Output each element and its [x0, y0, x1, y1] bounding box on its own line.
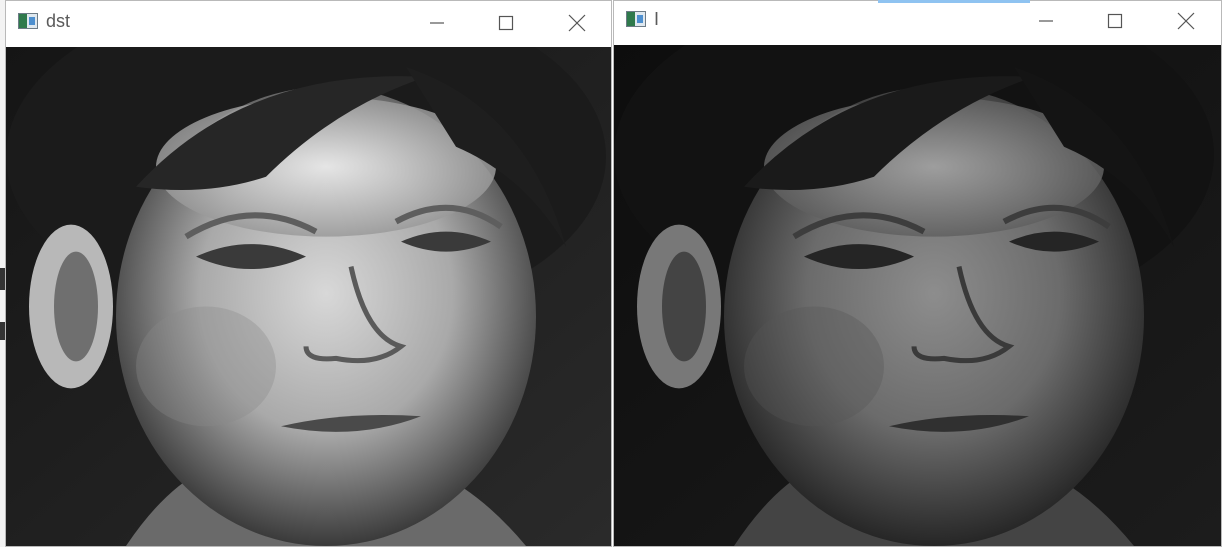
- portrait-image: [614, 45, 1221, 546]
- maximize-icon: [498, 15, 514, 31]
- maximize-button[interactable]: [1092, 0, 1138, 43]
- minimize-icon: [430, 22, 444, 24]
- close-button[interactable]: [1163, 0, 1209, 43]
- maximize-button[interactable]: [483, 1, 529, 45]
- window-title: dst: [46, 11, 71, 31]
- window-title: I: [654, 9, 660, 29]
- image-canvas: [614, 45, 1221, 546]
- portrait-image: [6, 47, 611, 546]
- app-icon[interactable]: [626, 11, 646, 27]
- title-bar[interactable]: I: [614, 1, 1221, 45]
- minimize-button[interactable]: [414, 1, 460, 45]
- image-canvas: [6, 47, 611, 546]
- window-dst[interactable]: dst: [5, 0, 612, 547]
- minimize-button[interactable]: [1023, 0, 1069, 43]
- minimize-icon: [1039, 20, 1053, 22]
- background-window-accent: [878, 0, 1030, 3]
- app-icon[interactable]: [18, 13, 38, 29]
- close-icon: [568, 14, 586, 32]
- window-i[interactable]: I: [613, 0, 1222, 547]
- close-button[interactable]: [554, 1, 600, 45]
- title-bar[interactable]: dst: [6, 1, 611, 47]
- close-icon: [1177, 12, 1195, 30]
- maximize-icon: [1107, 13, 1123, 29]
